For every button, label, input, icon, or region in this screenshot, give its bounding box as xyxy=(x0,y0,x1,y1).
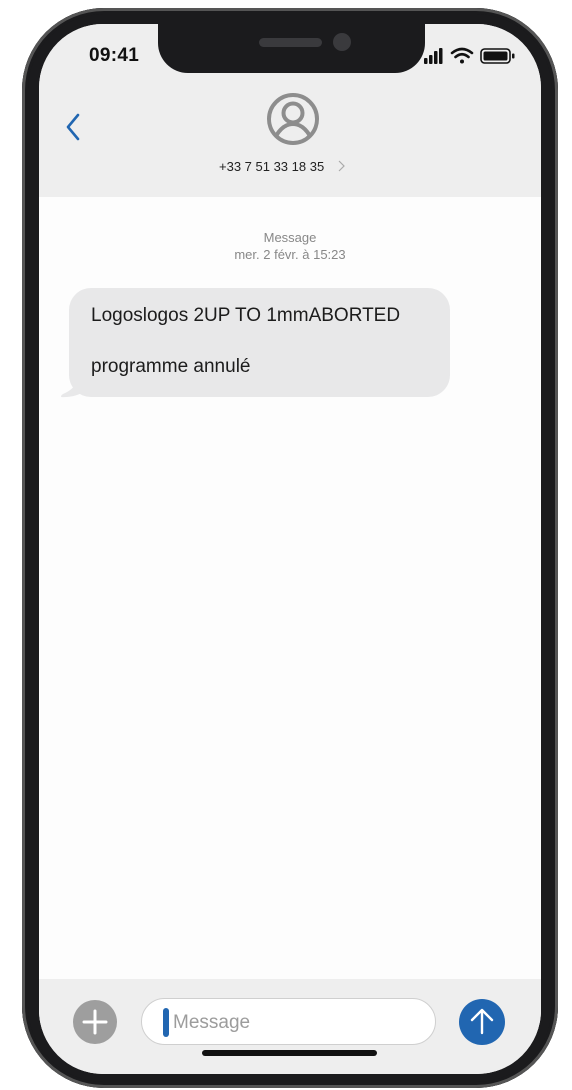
chevron-right-icon xyxy=(338,160,346,172)
send-button[interactable] xyxy=(459,999,505,1045)
message-bubble-incoming[interactable]: Logoslogos 2UP TO 1mmABORTED programme a… xyxy=(57,288,453,398)
composer-bar: Message xyxy=(39,979,541,1074)
signal-icon xyxy=(424,48,443,64)
status-time: 09:41 xyxy=(89,45,140,66)
home-indicator xyxy=(202,1050,377,1056)
message-bubble: Logoslogos 2UP TO 1mmABORTED programme a… xyxy=(69,288,450,397)
message-input[interactable]: Message xyxy=(141,998,436,1045)
contact-details-link[interactable]: +33 7 51 33 18 35 xyxy=(219,154,379,178)
contact-avatar[interactable] xyxy=(267,93,319,145)
chevron-left-icon xyxy=(66,113,80,141)
phone-screen: 09:41 +33 7 51 33 18 35 Message mer. 2 f… xyxy=(39,24,541,1074)
notch xyxy=(158,24,425,73)
message-text-line: programme annulé xyxy=(91,356,251,377)
conversation-header: 09:41 +33 7 51 33 18 35 xyxy=(39,24,541,197)
speaker xyxy=(259,38,322,47)
message-input-placeholder: Message xyxy=(173,1012,251,1033)
add-attachment-button[interactable] xyxy=(73,1000,117,1044)
phone-frame: 09:41 +33 7 51 33 18 35 Message mer. 2 f… xyxy=(22,8,558,1088)
message-text-line: Logoslogos 2UP TO 1mmABORTED xyxy=(91,305,401,326)
status-icons xyxy=(424,47,515,64)
battery-icon xyxy=(480,48,515,64)
plus-icon xyxy=(82,1009,108,1035)
text-cursor xyxy=(163,1008,169,1037)
person-icon xyxy=(267,93,319,145)
service-label: Message xyxy=(263,230,317,245)
front-camera xyxy=(333,33,351,51)
contact-number: +33 7 51 33 18 35 xyxy=(219,158,325,174)
back-button[interactable] xyxy=(61,110,87,144)
arrow-up-icon xyxy=(470,1008,494,1035)
message-meta: Message mer. 2 févr. à 15:23 xyxy=(39,229,541,263)
wifi-icon xyxy=(450,47,474,64)
message-timestamp: mer. 2 févr. à 15:23 xyxy=(234,247,346,262)
